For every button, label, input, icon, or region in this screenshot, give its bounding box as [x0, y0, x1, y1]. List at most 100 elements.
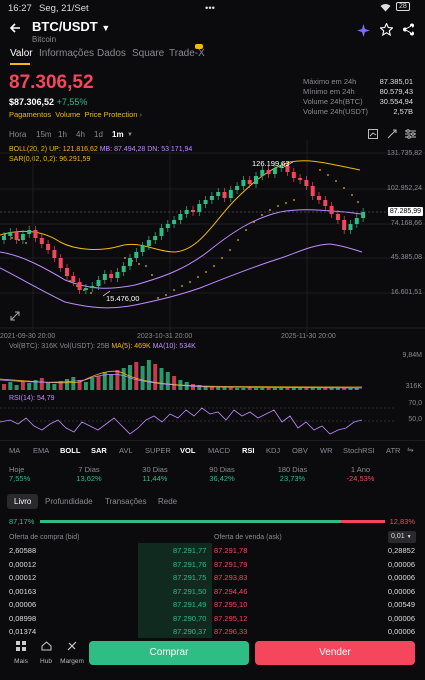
stat-value: 80.579,43	[379, 87, 413, 96]
status-time: 16:27	[8, 3, 32, 14]
pair-selector[interactable]: BTC/USDT ▼	[32, 19, 110, 34]
ask-price[interactable]: 87.291,79	[214, 560, 247, 569]
ind-macd[interactable]: MACD	[208, 446, 230, 455]
vol-ma5: MA(5): 469K	[111, 343, 151, 350]
candle	[304, 180, 309, 186]
tf-dropdown-icon[interactable]: ▼	[127, 132, 133, 138]
tab-profundidade[interactable]: Profundidade	[45, 497, 93, 506]
sparkle-icon[interactable]	[357, 24, 370, 40]
ind-rsi[interactable]: RSI	[242, 446, 255, 455]
perf-90d: 90 Dias 36,42%	[207, 465, 237, 483]
more-indicators-icon[interactable]: ⇋	[407, 445, 414, 454]
share-icon[interactable]	[402, 23, 415, 39]
candle	[102, 274, 107, 280]
candle	[291, 172, 296, 178]
tf-4h[interactable]: 4h	[76, 130, 85, 139]
ind-kdj[interactable]: KDJ	[266, 446, 280, 455]
candle	[146, 240, 151, 246]
volume-chart	[0, 360, 363, 390]
ind-vol[interactable]: VOL	[180, 446, 195, 455]
current-price-tag: 87.285,99	[387, 207, 423, 216]
candle	[109, 274, 114, 278]
sub-price: $87.306,52 +7,55%	[9, 97, 87, 107]
tab-rede[interactable]: Rede	[158, 497, 177, 506]
perf-label: 7 Dias	[78, 465, 100, 474]
ask-qty[interactable]: 0,00006	[388, 627, 415, 636]
tab-trade-x[interactable]: Trade-X	[169, 48, 205, 59]
ind-ma[interactable]: MA	[9, 446, 20, 455]
ind-obv[interactable]: OBV	[292, 446, 308, 455]
ind-ema[interactable]: EMA	[33, 446, 49, 455]
tf-15m[interactable]: 15m	[36, 130, 52, 139]
ind-boll[interactable]: BOLL	[60, 446, 80, 455]
buy-button[interactable]: Comprar	[89, 641, 249, 665]
tab-livro[interactable]: Livro	[7, 494, 39, 509]
ask-qty[interactable]: 0,00006	[388, 560, 415, 569]
indicator-tabs: MA EMA BOLL SAR AVL SUPER VOL MACD RSI K…	[0, 445, 425, 458]
sell-button[interactable]: Vender	[255, 641, 415, 665]
ask-qty[interactable]: 0,00549	[388, 600, 415, 609]
volume-bar	[46, 382, 51, 390]
tag-volume[interactable]: Volume	[55, 110, 80, 119]
star-icon[interactable]	[379, 22, 394, 39]
bid-price[interactable]: 87.291,75	[173, 573, 206, 582]
precision-select[interactable]: 0,01 ▼	[388, 531, 416, 543]
bid-qty[interactable]: 0,00012	[9, 560, 36, 569]
bid-price[interactable]: 87.290,70	[173, 614, 206, 623]
tab-square[interactable]: Square	[132, 48, 164, 59]
price-chart[interactable]	[0, 140, 425, 345]
candle	[90, 286, 95, 288]
bid-qty[interactable]: 0,00163	[9, 587, 36, 596]
volume-bar	[165, 372, 170, 390]
bid-price[interactable]: 87.290,37	[173, 627, 206, 636]
bid-qty[interactable]: 0,00012	[9, 573, 36, 582]
volume-bar	[134, 362, 139, 390]
back-button[interactable]	[9, 22, 21, 37]
ind-super[interactable]: SUPER	[145, 446, 171, 455]
ask-price[interactable]: 87.294,46	[214, 587, 247, 596]
ind-stochrsi[interactable]: StochRSI	[343, 446, 375, 455]
tab-transacoes[interactable]: Transações	[105, 497, 147, 506]
bid-price[interactable]: 87.291,77	[173, 546, 206, 555]
stat-label: Volume 24h(BTC)	[303, 97, 363, 106]
tf-hora[interactable]: Hora	[9, 130, 26, 139]
bid-qty[interactable]: 0,01374	[9, 627, 36, 636]
candle	[14, 232, 19, 240]
volume-bar	[329, 388, 334, 390]
tag-price-protection[interactable]: Price Protection	[85, 110, 138, 119]
tf-1h[interactable]: 1h	[58, 130, 67, 139]
ind-atr[interactable]: ATR	[386, 446, 400, 455]
tab-dados[interactable]: Dados	[97, 48, 126, 59]
ask-price[interactable]: 87.295,12	[214, 614, 247, 623]
ask-qty[interactable]: 0,28852	[388, 546, 415, 555]
bid-qty[interactable]: 0,08998	[9, 614, 36, 623]
expand-chart-icon[interactable]	[10, 311, 20, 324]
status-dots: •••	[205, 3, 215, 14]
ask-price[interactable]: 87.295,10	[214, 600, 247, 609]
stat-label: Volume 24h(USDT)	[303, 107, 369, 116]
tf-1d[interactable]: 1d	[94, 130, 103, 139]
ask-qty[interactable]: 0,00006	[388, 587, 415, 596]
ask-qty[interactable]: 0,00006	[388, 573, 415, 582]
bid-qty[interactable]: 0,00006	[9, 600, 36, 609]
tab-informacoes[interactable]: Informações	[39, 48, 94, 59]
bid-qty[interactable]: 2,60588	[9, 546, 36, 555]
ask-qty[interactable]: 0,00006	[388, 614, 415, 623]
pair-title: BTC/USDT	[32, 19, 98, 34]
candle	[235, 186, 240, 190]
bid-price[interactable]: 87.291,50	[173, 587, 206, 596]
price-axis-label: 102.952,24	[386, 185, 422, 192]
bid-price[interactable]: 87.291,49	[173, 600, 206, 609]
ask-price[interactable]: 87.296,33	[214, 627, 247, 636]
ind-sar[interactable]: SAR	[91, 446, 107, 455]
ask-price[interactable]: 87.291,78	[214, 546, 247, 555]
candle	[65, 268, 69, 276]
tf-1m[interactable]: 1m	[112, 130, 124, 139]
ind-wr[interactable]: WR	[320, 446, 333, 455]
tag-pagamentos[interactable]: Pagamentos	[9, 110, 51, 119]
tab-valor[interactable]: Valor	[10, 48, 33, 59]
ind-avl[interactable]: AVL	[119, 446, 133, 455]
bid-price[interactable]: 87.291,76	[173, 560, 206, 569]
candle	[228, 190, 233, 198]
ask-price[interactable]: 87.293,83	[214, 573, 247, 582]
